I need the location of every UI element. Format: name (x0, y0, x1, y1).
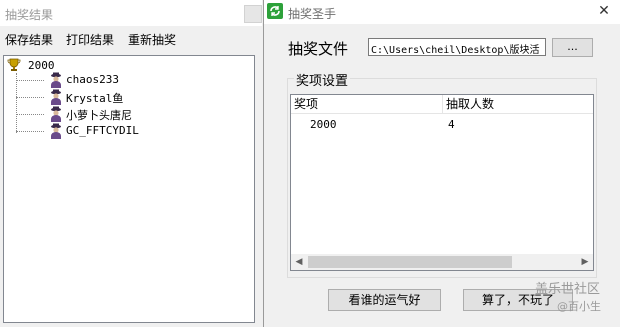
winner-name: chaos233 (66, 73, 119, 86)
horizontal-scrollbar[interactable]: ◀ ▶ (291, 254, 593, 270)
user-icon (51, 89, 61, 105)
winner-name: Krystal鱼 (66, 92, 124, 105)
results-window: 抽奖结果 保存结果 打印结果 重新抽奖 2000 chaos233 Krysta… (0, 0, 262, 327)
lottery-titlebar[interactable]: 抽奖圣手 ✕ (264, 0, 620, 24)
app-icon (267, 3, 283, 19)
scrollbar-thumb[interactable] (308, 256, 512, 268)
count-cell: 4 (448, 118, 455, 131)
trophy-icon (7, 58, 21, 71)
tree-root-label: 2000 (28, 59, 55, 72)
file-label: 抽奖文件 (288, 40, 349, 58)
prize-cell: 2000 (310, 118, 337, 131)
prize-list-header: 奖项 抽取人数 (291, 95, 593, 114)
results-window-title: 抽奖结果 (5, 8, 54, 22)
watermark-site: 盖乐世社区 (535, 282, 601, 297)
lottery-window-title: 抽奖圣手 (288, 7, 337, 21)
user-icon (51, 123, 61, 139)
scroll-right-icon[interactable]: ▶ (577, 254, 593, 270)
results-menubar: 保存结果 打印结果 重新抽奖 (0, 28, 262, 48)
menu-save-results[interactable]: 保存结果 (5, 31, 53, 48)
results-tree[interactable]: 2000 chaos233 Krystal鱼 小萝卜头唐尼 GC_FFTCYDI… (3, 55, 255, 323)
results-window-control[interactable] (244, 5, 262, 23)
draw-button[interactable]: 看谁的运气好 (328, 289, 441, 311)
scroll-left-icon[interactable]: ◀ (291, 254, 307, 270)
user-icon (51, 106, 61, 122)
close-icon[interactable]: ✕ (596, 3, 612, 19)
browse-button[interactable]: ... (552, 38, 593, 57)
tree-connector (16, 73, 17, 133)
winner-name: 小萝卜头唐尼 (66, 109, 132, 122)
menu-print-results[interactable]: 打印结果 (66, 31, 114, 48)
menu-redraw[interactable]: 重新抽奖 (128, 31, 176, 48)
table-row[interactable]: 2000 4 (291, 117, 593, 133)
prize-settings-title: 奖项设置 (294, 70, 351, 89)
file-path-field[interactable]: C:\Users\cheil\Desktop\版块活 (368, 38, 546, 56)
column-prize[interactable]: 奖项 (291, 95, 443, 114)
results-titlebar[interactable]: 抽奖结果 (0, 0, 262, 26)
column-count[interactable]: 抽取人数 (443, 95, 593, 114)
user-icon (51, 72, 61, 88)
watermark-author: @百小生 (557, 300, 601, 313)
prize-list[interactable]: 奖项 抽取人数 2000 4 ◀ ▶ (290, 94, 594, 271)
winner-name: GC_FFTCYDIL (66, 124, 139, 137)
